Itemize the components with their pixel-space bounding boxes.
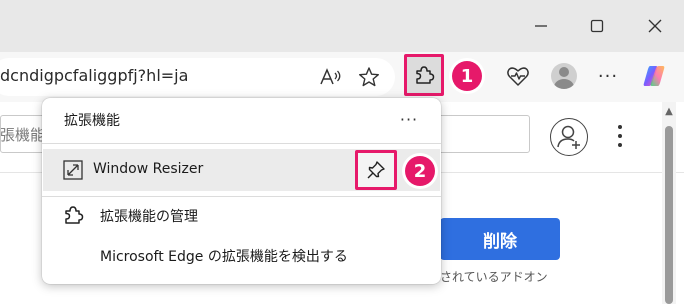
step-badge-1: 1: [452, 61, 482, 91]
panel-divider: [42, 143, 441, 144]
page-more-button[interactable]: [610, 122, 630, 150]
panel-title: 拡張機能: [64, 113, 120, 129]
kebab-dot: [618, 125, 622, 129]
pin-icon: [367, 161, 385, 179]
delete-button[interactable]: 削除: [440, 218, 560, 260]
read-aloud-icon: [320, 68, 341, 85]
star-icon: [359, 67, 379, 87]
minimize-button[interactable]: [527, 12, 555, 40]
scrollbar-thumb[interactable]: [665, 126, 673, 304]
manage-extensions-link[interactable]: 拡張機能の管理: [100, 206, 198, 226]
find-extensions-link[interactable]: Microsoft Edge の拡張機能を検出する: [100, 246, 348, 266]
url-text[interactable]: dcndigpcfaliggpfj?hl=ja: [0, 64, 188, 88]
kebab-dot: [618, 134, 622, 138]
pin-button[interactable]: [355, 150, 397, 190]
page-search-text: 張機能: [0, 126, 46, 144]
browser-menu-button[interactable]: ···: [593, 62, 623, 90]
step-badge-2: 2: [405, 156, 435, 186]
heart-pulse-icon: [507, 67, 529, 86]
maximize-button[interactable]: [583, 12, 611, 40]
extensions-button[interactable]: [404, 54, 444, 96]
minimize-icon: [535, 25, 547, 27]
panel-more-button[interactable]: ···: [394, 110, 424, 130]
puzzle-icon: [416, 66, 435, 84]
scroll-up-icon[interactable]: ▲: [663, 106, 675, 118]
copilot-button[interactable]: [638, 60, 670, 92]
puzzle-icon: [65, 206, 84, 224]
close-icon: [648, 19, 662, 33]
add-person-icon: [557, 125, 580, 149]
panel-divider: [42, 196, 441, 197]
favorite-button[interactable]: [354, 62, 384, 92]
close-window-button[interactable]: [641, 12, 669, 40]
copilot-icon: [643, 66, 665, 86]
title-bar: [0, 0, 684, 52]
read-aloud-button[interactable]: [316, 62, 346, 92]
avatar-head: [559, 67, 569, 77]
profile-avatar[interactable]: [551, 63, 577, 89]
avatar-body: [554, 79, 574, 89]
add-user-button[interactable]: [550, 118, 588, 156]
addon-note-text: されているアドオン: [440, 270, 548, 284]
resize-icon: [63, 160, 83, 180]
kebab-dot: [618, 143, 622, 147]
maximize-icon: [590, 19, 604, 33]
health-button[interactable]: [502, 60, 534, 92]
extension-name: Window Resizer: [93, 161, 204, 177]
manage-extensions-icon-wrap: [60, 202, 86, 228]
